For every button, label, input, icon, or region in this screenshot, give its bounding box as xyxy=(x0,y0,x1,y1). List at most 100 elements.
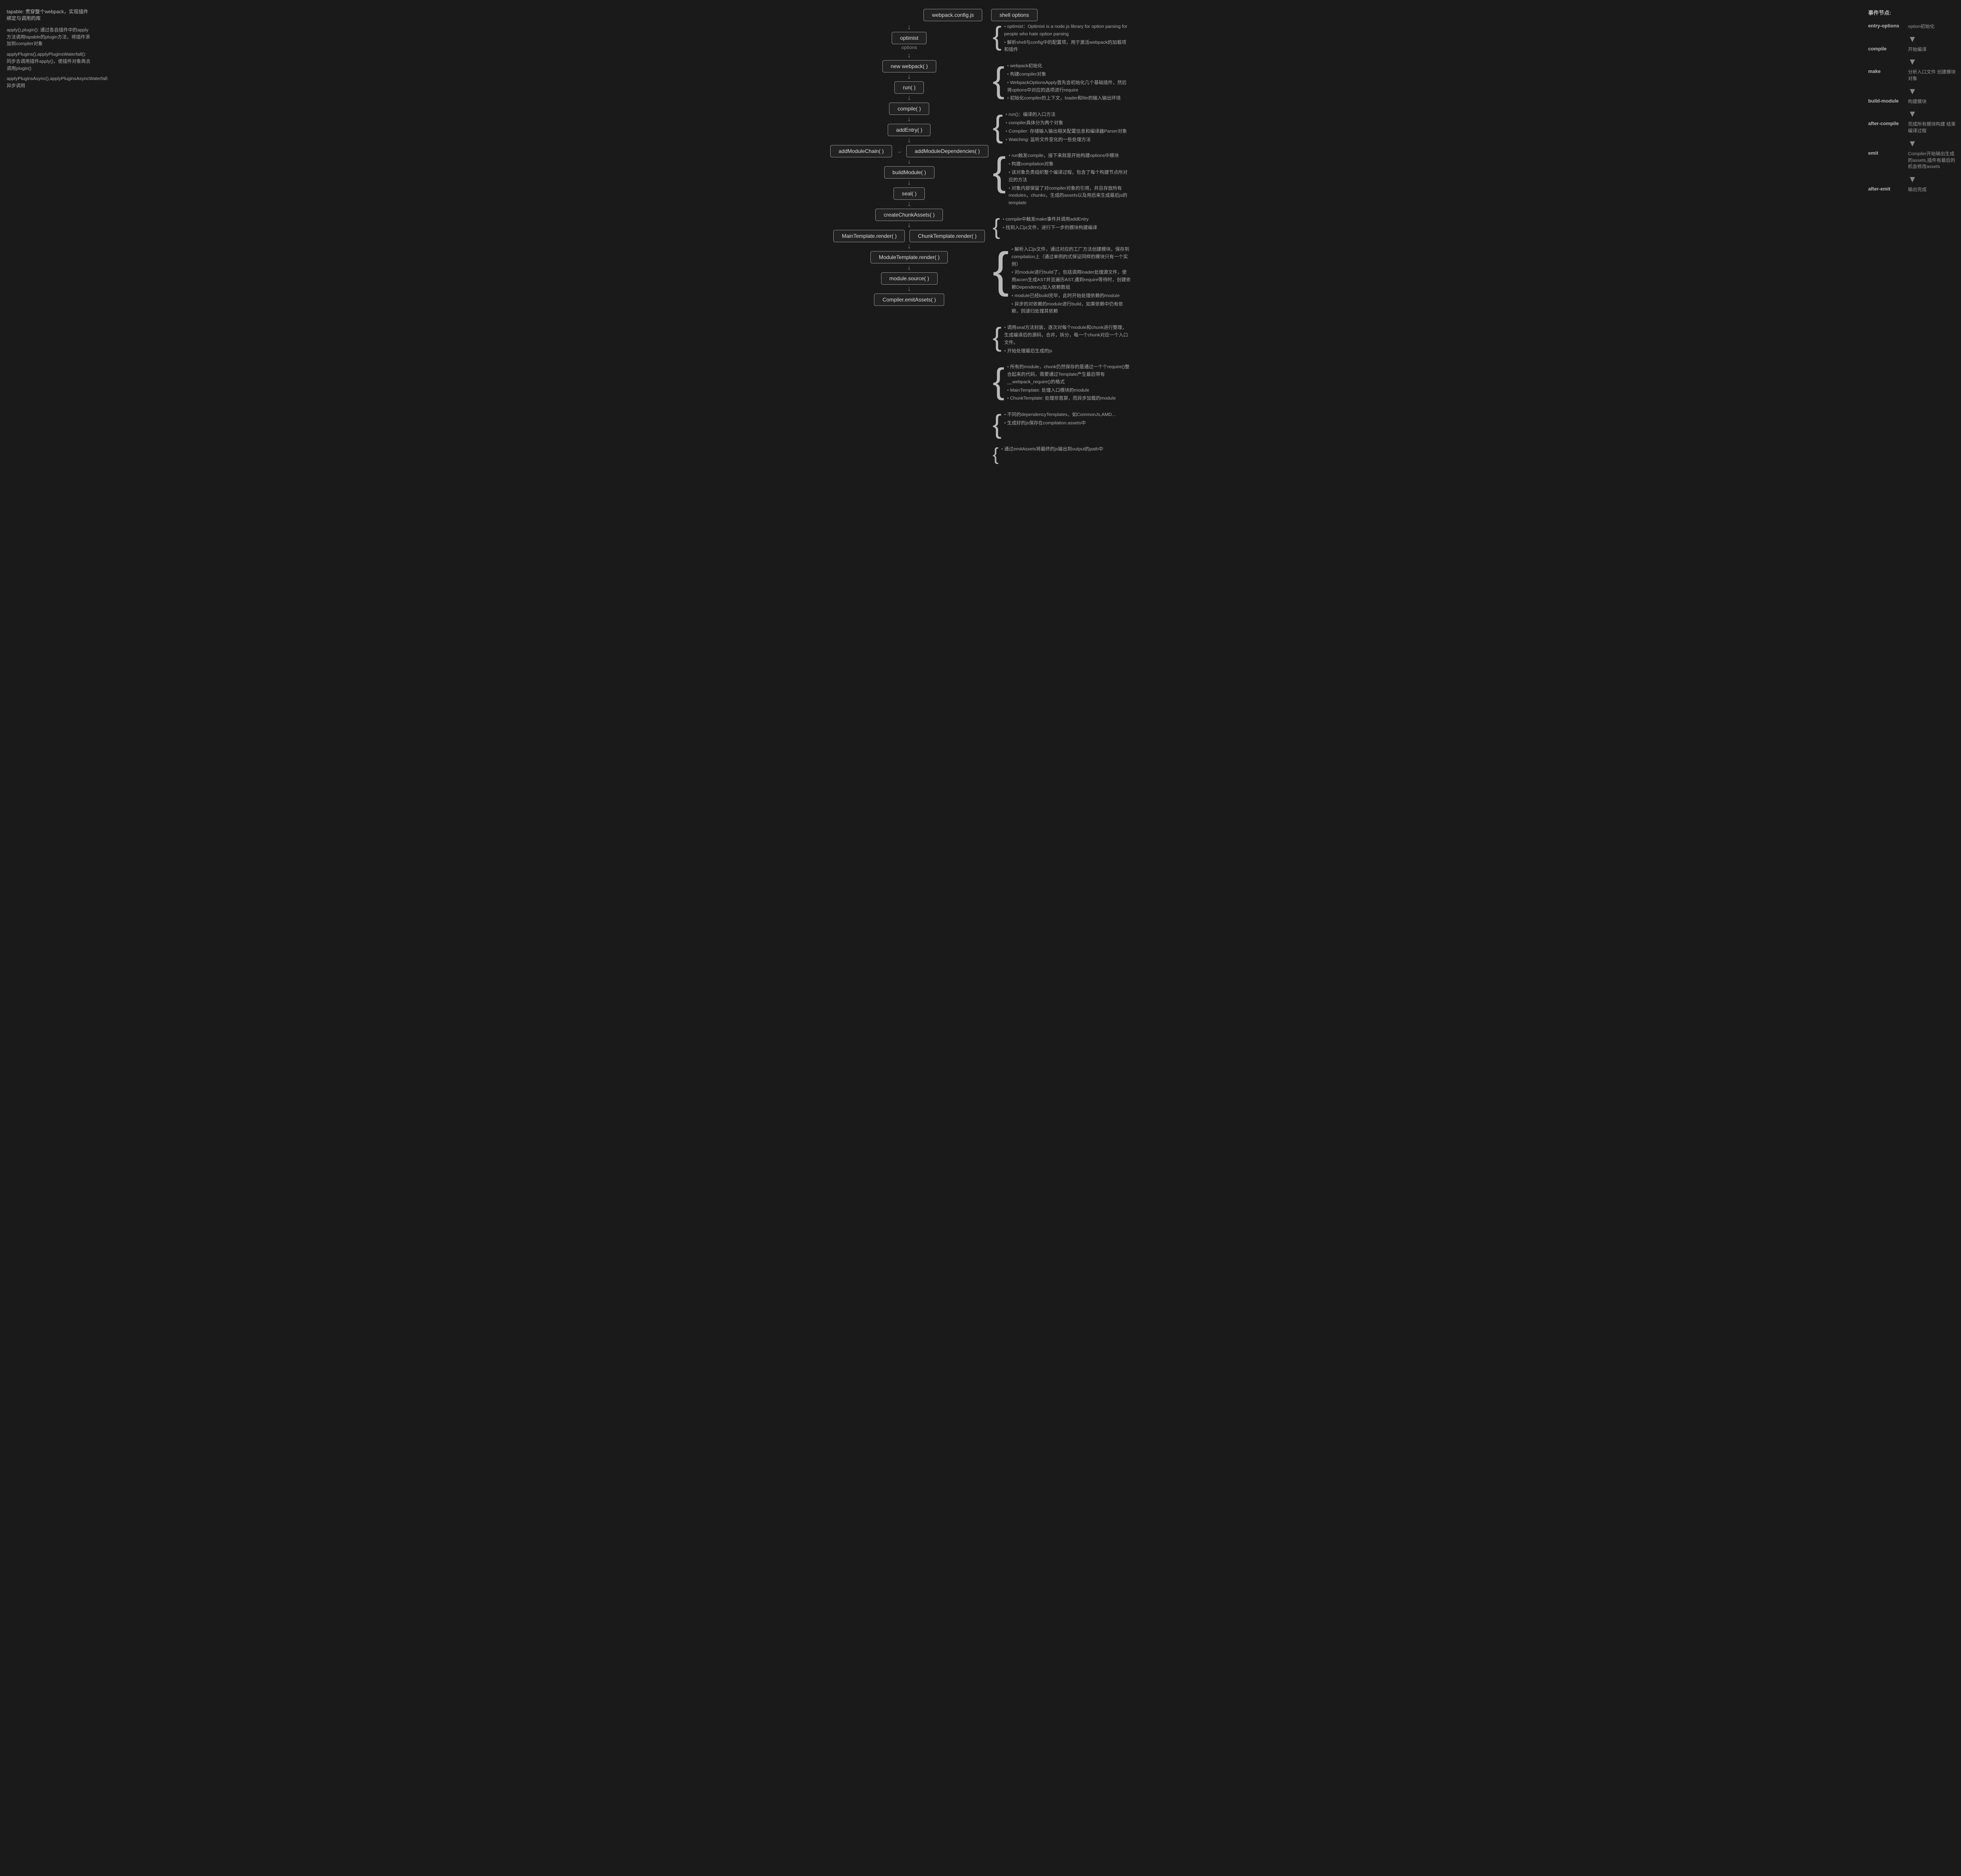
desc-cc-2: MainTemplate: 处理入口模块的module xyxy=(1007,387,1131,394)
arrow-after-add-entry: ↓ xyxy=(908,137,911,144)
desc-mt-1: 不同的dependencyTemplates，如CommonJs,AMD... xyxy=(1004,411,1131,419)
arrow-after-compile: ↓ xyxy=(908,116,911,123)
desc-optimist-1: optimist：Optimist is a node.js library f… xyxy=(1004,23,1131,38)
desc-new-webpack-list: webpack初始化 构建compiler对象 WebpackOptionsAp… xyxy=(1007,62,1131,103)
event-nodes-title: 事件节点: xyxy=(1868,9,1957,16)
add-module-chain-node: addModuleChain( ) xyxy=(830,145,892,157)
desc-bm-1: 解析入口js文件，通过对应的工厂方法创建模块，保存到compilation上（通… xyxy=(1011,246,1131,268)
new-webpack-node: new webpack( ) xyxy=(882,60,936,72)
desc-bm-2: 对module进行build了，包括调用loader处理源文件，使用acorn生… xyxy=(1011,269,1131,291)
arrow-build-module: ▼ xyxy=(1868,107,1957,121)
module-template-node: ModuleTemplate.render( ) xyxy=(870,251,948,263)
desc-nw-2: 构建compiler对象 xyxy=(1007,71,1131,78)
tapable-title: tapable: 贯穿整个webpack，实现插件绑定与调用的库 xyxy=(7,9,91,23)
arrow-after-create-chunk: ↓ xyxy=(908,222,911,229)
desc-ae-2: 找到入口js文件，进行下一步的模块构建编译 xyxy=(1003,224,1131,232)
tapable-item-2: applyPlugins(),applyPluginsWaterfall(): … xyxy=(7,51,91,72)
event-compile-label: compile xyxy=(1868,46,1908,52)
desc-seal-list: 调用seal方法封装，逐次对每个module和chunk进行整理，生成编译后的源… xyxy=(1004,324,1131,355)
create-chunk-assets-node: createChunkAssets( ) xyxy=(875,209,943,221)
desc-nw-3: WebpackOptionsApply首先会初始化几个基础插件，然后将optio… xyxy=(1007,79,1131,94)
desc-seal-1: 调用seal方法封装，逐次对每个module和chunk进行整理，生成编译后的源… xyxy=(1004,324,1131,346)
event-make: make 分析入口文件 创建模块对象 xyxy=(1868,69,1957,82)
desc-build-module: { 解析入口js文件，通过对应的工厂方法创建模块，保存到compilation上… xyxy=(993,246,1131,316)
arrow-after-build-module: ↓ xyxy=(908,179,911,187)
add-entry-node: addEntry( ) xyxy=(888,124,931,136)
desc-emit: { 通过emitAssets将最终的js输出到output的path中 xyxy=(993,446,1131,463)
desc-nw-4: 初始化compiler的上下文，loader和file的输入输出环境 xyxy=(1007,95,1131,102)
event-make-desc: 分析入口文件 创建模块对象 xyxy=(1908,69,1957,82)
desc-ae-1: compile中触发make事件并调用addEntry xyxy=(1003,216,1131,223)
module-chain-row: addModuleChain( ) → addModuleDependencie… xyxy=(830,145,988,157)
desc-optimist: { optimist：Optimist is a node.js library… xyxy=(993,23,1131,54)
arrow-after-module-template: ↓ xyxy=(908,264,911,271)
desc-compile-1: run触发compile，接下来就是开始构建options中模块 xyxy=(1009,152,1131,160)
desc-run-4: Watching: 监听文件变化的一些处理方法 xyxy=(1006,136,1131,144)
arrow-after-seal: ↓ xyxy=(908,201,911,208)
arrow-make: ▼ xyxy=(1868,85,1957,99)
event-entry-options: entry-options option初始化 xyxy=(1868,23,1957,30)
optimist-node: optimist xyxy=(892,32,927,44)
module-source-node: module.source( ) xyxy=(881,272,938,285)
event-compile-desc: 开始编译 xyxy=(1908,46,1927,53)
desc-run-2: compiler具体分为两个对象 xyxy=(1006,119,1131,127)
desc-add-entry-list: compile中触发make事件并调用addEntry 找到入口js文件，进行下… xyxy=(1003,216,1131,233)
add-module-deps-node: addModuleDependencies( ) xyxy=(906,145,988,157)
tapable-list: apply(),plugin(): 通过各自插件中的apply方法调用tapab… xyxy=(7,27,91,90)
event-build-module-label: build-module xyxy=(1868,99,1908,104)
desc-emit-list: 通过emitAssets将最终的js输出到output的path中 xyxy=(1001,446,1131,454)
arrow-after-templates: ↓ xyxy=(908,243,911,250)
compiler-emit-assets-node: Compiler.emitAssets( ) xyxy=(874,294,944,306)
event-after-emit-desc: 输出完成 xyxy=(1908,187,1927,193)
event-emit-label: emit xyxy=(1868,151,1908,156)
event-compile: compile 开始编译 xyxy=(1868,46,1957,53)
main-template-node: MainTemplate.render( ) xyxy=(833,230,905,242)
desc-build-module-list: 解析入口js文件，通过对应的工厂方法创建模块，保存到compilation上（通… xyxy=(1011,246,1131,316)
compile-node: compile( ) xyxy=(889,103,929,115)
event-after-compile-desc: 完成所有模块构建 结束编译过程 xyxy=(1908,121,1957,134)
templates-row: MainTemplate.render( ) ChunkTemplate.ren… xyxy=(833,230,985,242)
desc-run: { run()：编译的入口方法 compiler具体分为两个对象 Compile… xyxy=(993,111,1131,144)
shell-options-node: shell options xyxy=(991,9,1038,21)
event-emit: emit Compiler开始输出生成的assets,插件有最后的机会修改ass… xyxy=(1868,151,1957,170)
desc-emit-1: 通过emitAssets将最终的js输出到output的path中 xyxy=(1001,446,1131,453)
desc-module-template: { 不同的dependencyTemplates，如CommonJs,AMD..… xyxy=(993,411,1131,438)
webpack-config-node: webpack.config.js xyxy=(923,9,982,21)
desc-bm-3: module已经build完毕，此时开始处理依赖的module xyxy=(1011,292,1131,300)
desc-seal: { 调用seal方法封装，逐次对每个module和chunk进行整理，生成编译后… xyxy=(993,324,1131,355)
right-sidebar: 事件节点: entry-options option初始化 ▼ compile … xyxy=(1864,0,1961,1876)
arrow-after-compile: ▼ xyxy=(1868,137,1957,151)
desc-run-list: run()：编译的入口方法 compiler具体分为两个对象 Compiler:… xyxy=(1006,111,1131,144)
desc-compile-3: 该对象负责组织整个编译过程，包含了每个构建节点所对应的方法 xyxy=(1009,169,1131,184)
desc-run-3: Compiler: 存储输入输出相关配置信息和编译器Parser对象 xyxy=(1006,128,1131,135)
desc-seal-2: 开始处理最后生成的js xyxy=(1004,347,1131,355)
event-after-compile-label: after-compile xyxy=(1868,121,1908,126)
event-after-emit: after-emit 输出完成 xyxy=(1868,187,1957,193)
desc-compile-list: run触发compile，接下来就是开始构建options中模块 构建compi… xyxy=(1009,152,1131,208)
tapable-item-3: applyPluginsAsync(),applyPluginsAsyncWat… xyxy=(7,76,91,90)
arrow-emit: ▼ xyxy=(1868,173,1957,187)
desc-compile-4: 对象内部保留了对compiler对象的引用，并且存放所有modules，chun… xyxy=(1009,185,1131,207)
desc-create-chunk-list: 所有的module，chunk仍然保存的是通过一个个require()整合起来的… xyxy=(1007,363,1131,403)
arrow-after-module-source: ↓ xyxy=(908,286,911,293)
desc-create-chunk: { 所有的module，chunk仍然保存的是通过一个个require()整合起… xyxy=(993,363,1131,403)
event-emit-desc: Compiler开始输出生成的assets,插件有最后的机会修改assets xyxy=(1908,151,1957,170)
event-entry-options-desc: option初始化 xyxy=(1908,23,1934,30)
run-node: run( ) xyxy=(894,81,924,94)
arrow-after-module-chain: ↓ xyxy=(908,158,911,165)
seal-node: seal( ) xyxy=(893,187,925,200)
page-container: tapable: 贯穿整个webpack，实现插件绑定与调用的库 apply()… xyxy=(0,0,1961,1876)
desc-compile-2: 构建compilation对象 xyxy=(1009,160,1131,168)
event-entry-options-label: entry-options xyxy=(1868,23,1908,29)
desc-compile: { run触发compile，接下来就是开始构建options中模块 构建com… xyxy=(993,152,1131,208)
desc-new-webpack: { webpack初始化 构建compiler对象 WebpackOptions… xyxy=(993,62,1131,103)
top-nodes-row: webpack.config.js shell options xyxy=(923,9,1037,21)
event-after-emit-label: after-emit xyxy=(1868,187,1908,192)
arrow-compile: ▼ xyxy=(1868,55,1957,69)
arrow-to-optimist: ↓ xyxy=(908,24,911,31)
build-module-node: buildModule( ) xyxy=(884,166,935,179)
desc-optimist-2: 解析shell与config中的配置项，用于激活webpack的加载项和插件 xyxy=(1004,39,1131,54)
center-flowchart: webpack.config.js shell options ↓ optimi… xyxy=(97,0,1864,1876)
event-after-compile: after-compile 完成所有模块构建 结束编译过程 xyxy=(1868,121,1957,134)
chunk-template-node: ChunkTemplate.render( ) xyxy=(909,230,985,242)
